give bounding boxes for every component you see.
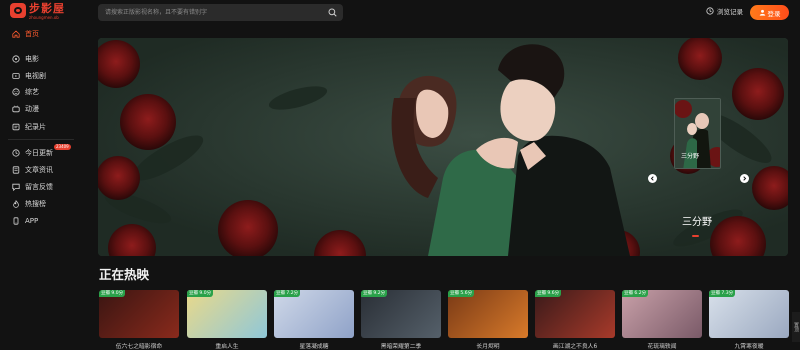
sidebar-item-label: 纪录片 <box>25 123 46 131</box>
variety-icon <box>12 88 20 96</box>
movie-card[interactable]: 豆瓣 5.6分 <box>448 290 528 338</box>
app-icon <box>13 217 19 225</box>
rating-badge: 豆瓣 7.3分 <box>709 290 736 297</box>
site-logo[interactable]: 步影屋 zhoungmen.ob <box>10 3 65 20</box>
sidebar-item-today-update[interactable]: 今日更新 23409 <box>6 144 76 160</box>
history-link[interactable]: 浏览记录 <box>706 6 743 16</box>
sidebar-item-movie[interactable]: 电影 <box>6 52 76 66</box>
history-label: 浏览记录 <box>717 8 743 16</box>
sidebar-item-label: 留言反馈 <box>25 183 53 191</box>
movie-title[interactable]: 黑暗荣耀第二季 <box>361 341 441 350</box>
movie-card[interactable]: 豆瓣 9.6分 <box>535 290 615 338</box>
movie-card[interactable]: 豆瓣 9.0分 <box>187 290 267 338</box>
update-count-badge: 23409 <box>54 144 71 150</box>
movie-card[interactable]: 豆瓣 9.2分 <box>361 290 441 338</box>
sidebar-item-feedback[interactable]: 留言反馈 <box>6 180 76 194</box>
banner-thumbnail[interactable]: 三分野 <box>674 98 721 169</box>
logo-name: 步影屋 <box>29 2 65 15</box>
banner-indicator[interactable] <box>692 235 699 237</box>
logo-icon <box>10 3 26 18</box>
film-icon <box>12 55 20 63</box>
article-icon <box>12 166 20 174</box>
search-icon[interactable] <box>328 8 337 17</box>
sidebar-item-label: 电视剧 <box>25 72 46 80</box>
hero-banner[interactable]: 三分野 三分野 <box>98 38 788 256</box>
sidebar-item-articles[interactable]: 文章资讯 <box>6 163 76 177</box>
sidebar-item-documentary[interactable]: 纪录片 <box>6 120 76 134</box>
tv-icon <box>12 73 20 79</box>
movie-title[interactable]: 九霄寒夜暖 <box>709 341 789 350</box>
search-input[interactable] <box>105 7 325 18</box>
sidebar-item-label: 文章资讯 <box>25 166 53 174</box>
banner-next-button[interactable] <box>740 174 749 183</box>
sidebar-item-app[interactable]: APP <box>6 214 76 228</box>
rating-badge: 豆瓣 6.2分 <box>622 290 649 297</box>
movie-card[interactable]: 豆瓣 6.2分 <box>622 290 702 338</box>
rating-badge: 豆瓣 9.2分 <box>361 290 388 297</box>
movie-title[interactable]: 长月烬明 <box>448 341 528 350</box>
fire-icon <box>13 200 19 208</box>
rating-badge: 豆瓣 9.6分 <box>535 290 562 297</box>
top-bar: 步影屋 zhoungmen.ob 浏览记录 登录 <box>0 0 800 26</box>
sidebar-item-label: 今日更新 <box>25 149 53 157</box>
sidebar-item-variety[interactable]: 综艺 <box>6 85 76 99</box>
chevron-right-icon <box>743 176 747 181</box>
movie-card[interactable]: 豆瓣 7.3分 <box>709 290 789 338</box>
sidebar-divider <box>8 139 74 140</box>
section-title: 正在热映 <box>99 267 150 282</box>
sidebar-item-label: 热搜榜 <box>25 200 46 208</box>
rating-badge: 豆瓣 9.0分 <box>99 290 126 297</box>
banner-title: 三分野 <box>682 217 712 228</box>
movie-title[interactable]: 画江湖之不良人6 <box>535 341 615 350</box>
home-icon <box>12 30 20 38</box>
sidebar-item-anime[interactable]: 动漫 <box>6 102 76 116</box>
thumbnail-title: 三分野 <box>681 153 700 160</box>
rating-badge: 豆瓣 5.6分 <box>448 290 475 297</box>
sidebar-item-label: 综艺 <box>25 88 39 96</box>
sidebar-item-tv[interactable]: 电视剧 <box>6 69 76 83</box>
banner-prev-button[interactable] <box>648 174 657 183</box>
documentary-icon <box>12 123 20 131</box>
chevron-left-icon <box>650 176 654 181</box>
anime-icon <box>12 105 20 113</box>
movie-title[interactable]: 星落凝成糖 <box>274 341 354 350</box>
sidebar-item-home[interactable]: 首页 <box>6 27 76 41</box>
movie-title[interactable]: 花琉璃轶闻 <box>622 341 702 350</box>
sidebar-item-label: 动漫 <box>25 105 39 113</box>
rating-badge: 豆瓣 7.2分 <box>274 290 301 297</box>
sidebar-item-hot-search[interactable]: 热搜榜 <box>6 197 76 211</box>
movie-card[interactable]: 豆瓣 9.0分 <box>99 290 179 338</box>
rating-badge: 豆瓣 9.0分 <box>187 290 214 297</box>
sidebar: 首页 电影 电视剧 综艺 动漫 纪录片 今日更新 23409 文章资讯 留言反馈… <box>0 26 82 350</box>
sidebar-item-label: 首页 <box>25 30 39 38</box>
login-button[interactable]: 登录 <box>750 5 789 20</box>
movie-title[interactable]: 重启人生 <box>187 341 267 350</box>
logo-subtitle: zhoungmen.ob <box>29 15 59 20</box>
movie-title[interactable]: 伍六七之暗影宿命 <box>99 341 179 350</box>
movie-card[interactable]: 豆瓣 7.2分 <box>274 290 354 338</box>
clock-icon <box>706 7 714 15</box>
user-icon <box>759 9 765 16</box>
message-icon <box>12 183 20 191</box>
back-to-top-tab[interactable]: 置顶 <box>792 312 800 342</box>
sidebar-item-label: 电影 <box>25 55 39 63</box>
login-label: 登录 <box>767 9 781 18</box>
clock-icon <box>12 149 20 157</box>
search-box <box>98 4 343 21</box>
sidebar-item-label: APP <box>25 217 39 225</box>
